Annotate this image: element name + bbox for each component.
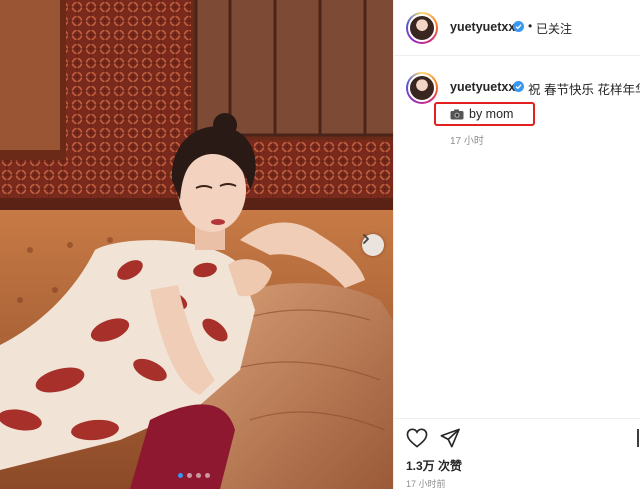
heart-icon[interactable] xyxy=(406,428,428,453)
camera-icon xyxy=(450,109,464,120)
follow-status-button[interactable]: 已关注 xyxy=(536,20,572,37)
caption-author-username[interactable]: yuetyuetxx xyxy=(450,80,515,94)
carousel-indicator xyxy=(178,473,210,478)
post-photo[interactable] xyxy=(0,0,393,489)
chevron-right-icon xyxy=(363,234,369,244)
carousel-dot xyxy=(205,473,210,478)
paper-plane-icon[interactable] xyxy=(440,428,460,453)
caption-timestamp: 17 小时 xyxy=(450,136,484,147)
post-header: yuetyuetxx • 已关注 xyxy=(394,0,640,56)
carousel-dot xyxy=(187,473,192,478)
post-timestamp: 17 小时前 xyxy=(406,479,446,489)
caption-credit-text: by mom xyxy=(469,107,514,121)
caption-author-avatar[interactable] xyxy=(406,72,438,104)
header-separator: • xyxy=(528,19,533,33)
caption-highlight-box: by mom xyxy=(434,102,535,126)
author-username[interactable]: yuetyuetxx xyxy=(450,20,515,34)
carousel-dot xyxy=(178,473,183,478)
photo-illustration xyxy=(0,0,393,489)
caption-text: 祝 春节快乐 花样年华 xyxy=(528,83,640,97)
carousel-next-button[interactable] xyxy=(362,234,384,256)
carousel-dot xyxy=(196,473,201,478)
verified-badge-icon xyxy=(513,21,524,32)
likes-count[interactable]: 1.3万 次赞 xyxy=(406,457,462,474)
author-avatar[interactable] xyxy=(406,12,438,44)
post-actions: 1.3万 次赞 17 小时前 xyxy=(394,418,640,489)
post-sidebar: yuetyuetxx • 已关注 yuetyuetxx 祝 春节快乐 花样年华 … xyxy=(393,0,640,489)
verified-badge-icon xyxy=(513,81,524,92)
